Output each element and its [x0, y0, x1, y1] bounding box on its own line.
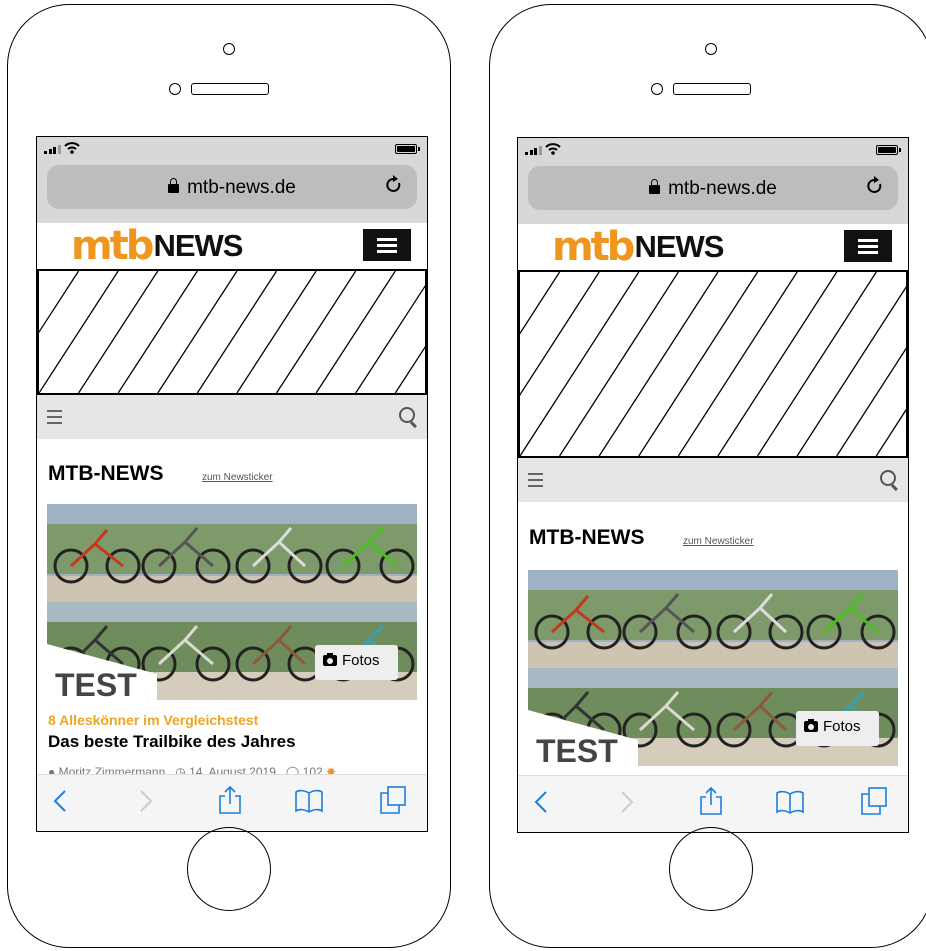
- camera-icon: [323, 653, 337, 666]
- article-headline[interactable]: Das beste Trailbike des Jahres: [48, 732, 296, 752]
- forward-icon[interactable]: [620, 790, 634, 814]
- fotos-button[interactable]: Fotos: [796, 711, 879, 746]
- fotos-label: Fotos: [823, 718, 861, 735]
- hamburger-icon[interactable]: [528, 473, 543, 491]
- ad-placeholder: [518, 270, 908, 458]
- wifi-icon: [545, 143, 561, 155]
- section-nav: [518, 458, 908, 502]
- browser-toolbar: [37, 774, 427, 831]
- phone-frame-left: mtb-news.de mtb NEWS MTB-NEWS zum Newsti…: [7, 4, 451, 948]
- logo-mtb: mtb: [71, 223, 154, 269]
- tabs-icon[interactable]: [860, 786, 888, 816]
- share-icon[interactable]: [218, 785, 242, 815]
- newsticker-link[interactable]: zum Newsticker: [202, 472, 273, 483]
- proximity-sensor: [169, 83, 181, 95]
- status-bar: [518, 138, 908, 162]
- article-photo[interactable]: TEST Fotos: [528, 570, 898, 766]
- url-text: mtb-news.de: [187, 177, 296, 198]
- earpiece-speaker: [191, 83, 269, 95]
- section-title: MTB-NEWS: [48, 462, 164, 485]
- signal-icon: [525, 146, 542, 155]
- menu-button[interactable]: [844, 230, 892, 262]
- phone-frame-right: mtb-news.de mtb NEWS MTB-NEWS zum Newsti…: [489, 4, 926, 948]
- section-nav: [37, 395, 427, 439]
- front-camera: [705, 43, 717, 55]
- logo-news: NEWS: [153, 228, 243, 263]
- camera-icon: [804, 719, 818, 732]
- front-camera: [223, 43, 235, 55]
- site-header: mtb NEWS: [37, 223, 427, 269]
- menu-button[interactable]: [363, 229, 411, 261]
- ad-placeholder: [37, 269, 427, 395]
- back-icon[interactable]: [534, 790, 548, 814]
- proximity-sensor: [651, 83, 663, 95]
- site-header: mtb NEWS: [518, 224, 908, 270]
- reload-icon[interactable]: [866, 176, 884, 196]
- battery-icon: [876, 145, 898, 155]
- site-logo[interactable]: mtb NEWS: [71, 223, 243, 269]
- url-text: mtb-news.de: [668, 178, 777, 199]
- tabs-icon[interactable]: [379, 785, 407, 815]
- home-button[interactable]: [187, 827, 271, 911]
- address-bar[interactable]: mtb-news.de: [528, 166, 898, 210]
- newsticker-link[interactable]: zum Newsticker: [683, 536, 754, 547]
- logo-mtb: mtb: [552, 224, 635, 270]
- home-button[interactable]: [669, 827, 753, 911]
- article-kicker[interactable]: 8 Alleskönner im Vergleichstest: [48, 712, 258, 728]
- test-tag: TEST: [55, 667, 137, 700]
- signal-icon: [44, 145, 61, 154]
- address-bar[interactable]: mtb-news.de: [47, 165, 417, 209]
- fotos-label: Fotos: [342, 652, 380, 669]
- browser-chrome: mtb-news.de: [518, 162, 908, 224]
- back-icon[interactable]: [53, 789, 67, 813]
- status-bar: [37, 137, 427, 161]
- site-logo[interactable]: mtb NEWS: [552, 224, 724, 270]
- section-title: MTB-NEWS: [529, 526, 645, 549]
- forward-icon[interactable]: [139, 789, 153, 813]
- fotos-button[interactable]: Fotos: [315, 645, 398, 680]
- lock-icon: [168, 178, 180, 193]
- hamburger-icon[interactable]: [47, 410, 62, 428]
- screen: mtb-news.de mtb NEWS MTB-NEWS zum Newsti…: [517, 137, 909, 833]
- search-icon[interactable]: [880, 470, 896, 486]
- search-icon[interactable]: [399, 407, 415, 423]
- screen: mtb-news.de mtb NEWS MTB-NEWS zum Newsti…: [36, 136, 428, 832]
- bookmarks-icon[interactable]: [294, 789, 324, 813]
- earpiece-speaker: [673, 83, 751, 95]
- battery-icon: [395, 144, 417, 154]
- wifi-icon: [64, 142, 80, 154]
- article-photo[interactable]: TEST Fotos: [47, 504, 417, 700]
- logo-news: NEWS: [634, 229, 724, 264]
- browser-toolbar: [518, 775, 908, 832]
- lock-icon: [649, 179, 661, 194]
- reload-icon[interactable]: [385, 175, 403, 195]
- browser-chrome: mtb-news.de: [37, 161, 427, 223]
- share-icon[interactable]: [699, 786, 723, 816]
- test-tag: TEST: [536, 733, 618, 766]
- bookmarks-icon[interactable]: [775, 790, 805, 814]
